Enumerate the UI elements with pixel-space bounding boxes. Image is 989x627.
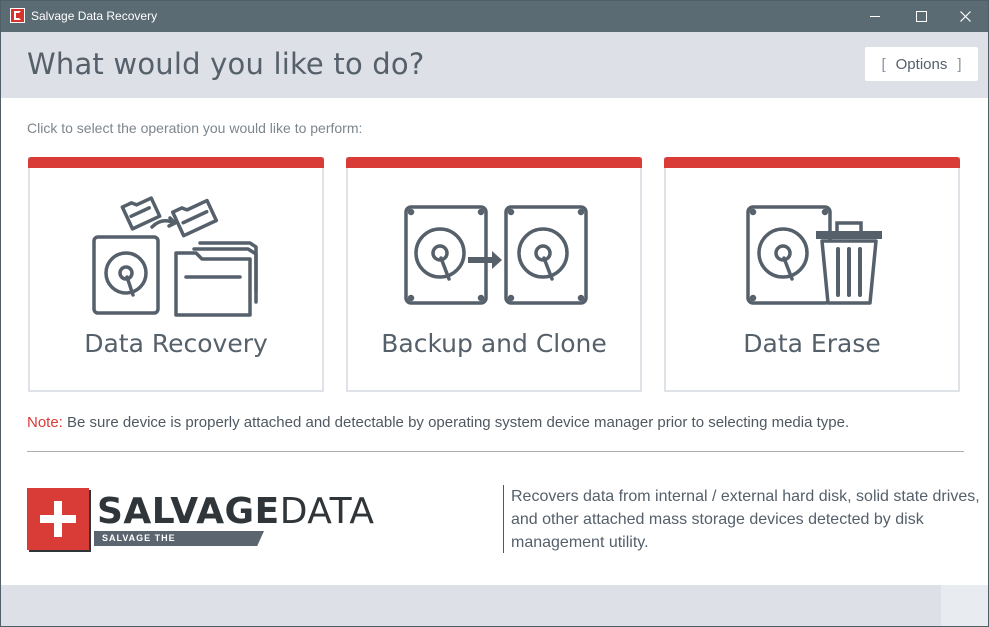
note-label: Note: bbox=[27, 414, 63, 431]
options-button[interactable]: [ Options ] bbox=[865, 47, 978, 81]
bracket-right-icon: ] bbox=[957, 55, 962, 73]
maximize-icon bbox=[915, 11, 927, 22]
note-text: Note: Be sure device is properly attache… bbox=[27, 414, 849, 431]
page-header: What would you like to do? [ Options ] bbox=[1, 32, 988, 98]
vertical-divider bbox=[503, 485, 504, 553]
close-button[interactable] bbox=[942, 1, 988, 32]
card-accent-bar bbox=[346, 157, 642, 168]
maximize-button[interactable] bbox=[898, 1, 944, 32]
footer-corner bbox=[941, 585, 988, 626]
logo-word-bold: SALVAGE bbox=[97, 491, 280, 532]
instruction-text: Click to select the operation you would … bbox=[27, 120, 363, 136]
data-recovery-card[interactable]: Data Recovery bbox=[28, 157, 324, 392]
backup-clone-label: Backup and Clone bbox=[381, 329, 607, 358]
app-logo-icon bbox=[10, 8, 25, 23]
logo-word-light: DATA bbox=[279, 491, 375, 532]
card-accent-bar bbox=[28, 157, 324, 168]
footer-bar bbox=[1, 585, 988, 626]
bracket-left-icon: [ bbox=[881, 55, 886, 73]
minimize-icon bbox=[870, 16, 880, 17]
page-title: What would you like to do? bbox=[27, 47, 425, 81]
options-label: Options bbox=[895, 55, 948, 73]
divider bbox=[27, 451, 964, 452]
data-erase-icon bbox=[746, 205, 882, 305]
note-body: Be sure device is properly attached and … bbox=[62, 414, 850, 431]
window-title: Salvage Data Recovery bbox=[31, 9, 158, 23]
backup-clone-icon bbox=[404, 205, 588, 305]
data-recovery-icon bbox=[92, 196, 258, 317]
close-icon bbox=[959, 11, 971, 22]
minimize-button[interactable] bbox=[852, 1, 898, 32]
salvagedata-logo: SALVAGEDATA SALVAGE THE UNRECOVERABLE bbox=[27, 488, 374, 550]
logo-wordmark: SALVAGEDATA bbox=[97, 492, 374, 532]
data-erase-card[interactable]: Data Erase bbox=[664, 157, 960, 392]
product-description: Recovers data from internal / external h… bbox=[511, 488, 980, 551]
logo-cross-icon bbox=[27, 488, 89, 550]
title-bar: Salvage Data Recovery bbox=[1, 1, 988, 32]
backup-clone-card[interactable]: Backup and Clone bbox=[346, 157, 642, 392]
data-recovery-label: Data Recovery bbox=[84, 329, 268, 358]
card-accent-bar bbox=[664, 157, 960, 168]
logo-tagline: SALVAGE THE UNRECOVERABLE bbox=[94, 531, 264, 546]
app-window: Salvage Data Recovery What would you lik… bbox=[0, 0, 989, 627]
data-erase-label: Data Erase bbox=[743, 329, 881, 358]
